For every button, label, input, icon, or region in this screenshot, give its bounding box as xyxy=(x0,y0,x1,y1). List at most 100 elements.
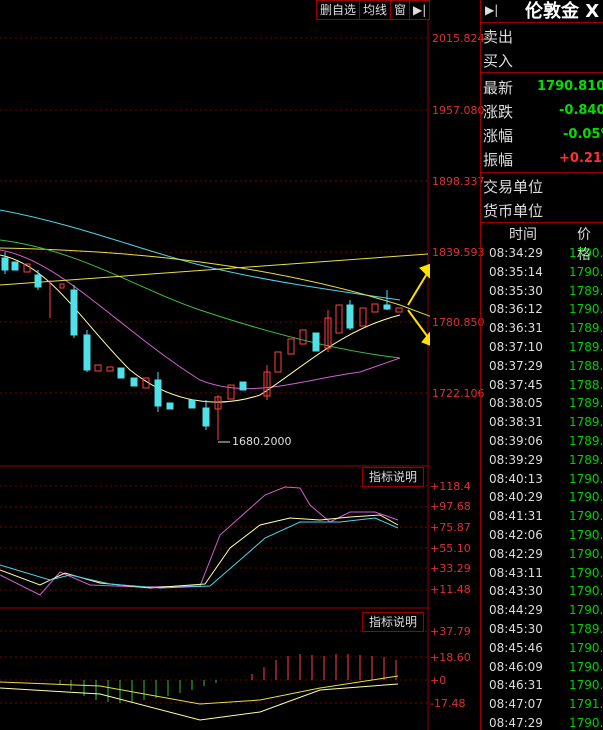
tick-price: 1790.9 xyxy=(569,678,603,693)
tick-time: 08:43:30 xyxy=(489,584,543,599)
macd-tick: +75.87 xyxy=(430,521,471,534)
buy-label: 买入 xyxy=(483,52,514,70)
collapse-icon[interactable]: ▶| xyxy=(410,1,429,19)
tick-time: 08:37:29 xyxy=(489,358,543,373)
tick-time: 08:34:29 xyxy=(489,246,543,260)
indicator-help-button-2[interactable]: 指标说明 xyxy=(362,612,425,632)
macd-line-white xyxy=(0,514,399,589)
latest-value: 1790.8100 xyxy=(537,79,603,94)
tick-time: 08:46:09 xyxy=(489,659,543,674)
tick-price: 1790.1 xyxy=(569,490,603,505)
indicator-help-button[interactable]: 指标说明 xyxy=(362,467,425,487)
tick-time: 08:46:31 xyxy=(489,678,543,693)
vol-tick: +37.79 xyxy=(430,625,471,638)
tick-price: 1790.1 xyxy=(569,509,603,524)
tick-time: 08:38:31 xyxy=(489,415,543,430)
vol-tick: +0 xyxy=(430,674,447,687)
tick-time: 08:37:10 xyxy=(489,340,543,354)
low-annotation: 1680.2000 xyxy=(232,435,292,448)
tick-price: 1790.5 xyxy=(569,659,603,674)
tick-time: 08:44:29 xyxy=(489,603,543,618)
macd-bars-green xyxy=(59,680,217,703)
time-header: 时间 xyxy=(509,227,537,243)
tick-price: 1790.1 xyxy=(569,302,603,317)
tick-price: 1789.7 xyxy=(569,340,603,354)
instrument-title: 伦敦金 X xyxy=(525,1,600,22)
price-tick: 1957.080 xyxy=(432,104,485,117)
tick-time: 08:35:30 xyxy=(489,283,543,298)
macd-tick: +11.48 xyxy=(430,583,471,596)
tick-time: 08:42:29 xyxy=(489,546,543,561)
vol-tick: +18.60 xyxy=(430,651,471,664)
price-tick: 1722.106 xyxy=(432,387,485,400)
tick-time: 08:40:13 xyxy=(489,471,543,486)
tick-price: 1789.0 xyxy=(569,396,603,411)
macd-tick: +118.4 xyxy=(430,480,471,493)
tick-price: 1790.6 xyxy=(569,603,603,618)
tick-time: 08:45:46 xyxy=(489,640,543,655)
price-gridlines xyxy=(0,37,428,394)
latest-label: 最新 xyxy=(483,79,514,97)
price-tick: 1898.337 xyxy=(432,175,485,188)
tick-price: 1790.3 xyxy=(569,546,603,561)
quote-panel: ▶| 伦敦金 X 卖出 买入 最新 1790.8100 涨跌 -0.8400 涨… xyxy=(480,0,603,730)
tick-time: 08:45:30 xyxy=(489,622,543,636)
tick-price: 1789.1 xyxy=(569,415,603,430)
ma-button[interactable]: 均线 xyxy=(360,1,392,19)
macd-bars-red xyxy=(251,654,397,680)
kline-chart[interactable]: 删自选 均线 窗 ▶| 2015.824 1957.080 1898.337 1… xyxy=(0,0,485,730)
macd-tick: +33.29 xyxy=(430,562,471,575)
remove-watchlist-button[interactable]: 删自选 xyxy=(317,1,361,19)
expand-icon[interactable]: ▶| xyxy=(485,3,498,17)
tick-time: 08:43:11 xyxy=(489,565,543,580)
annotation-arrows xyxy=(407,263,430,346)
tick-time: 08:39:29 xyxy=(489,452,543,467)
tick-time: 08:37:45 xyxy=(489,377,543,392)
tick-price: 1789.8 xyxy=(569,452,603,467)
price-tick: 2015.824 xyxy=(432,32,485,45)
pct-value: -0.05% xyxy=(563,127,603,142)
change-label: 涨跌 xyxy=(483,103,514,121)
tick-price: 1789.8 xyxy=(569,283,603,298)
tick-time: 08:36:12 xyxy=(489,302,543,317)
tick-price: 1790.2 xyxy=(569,528,603,542)
tick-price: 1790.5 xyxy=(569,565,603,580)
macd-tick: +55.10 xyxy=(430,542,471,555)
tick-time: 08:40:29 xyxy=(489,490,543,505)
sell-label: 卖出 xyxy=(483,28,514,46)
tick-time: 08:47:07 xyxy=(489,697,543,712)
currency-label: 货币单位 xyxy=(483,202,544,220)
tick-price: 1791.0 xyxy=(569,697,603,712)
tick-price: 1789.8 xyxy=(569,622,603,636)
tick-price: 1790.1 xyxy=(569,471,603,486)
tick-price: 1790.7 xyxy=(569,584,603,599)
tick-time: 08:42:06 xyxy=(489,528,543,542)
price-tick: 1839.593 xyxy=(432,246,485,259)
window-button[interactable]: 窗 xyxy=(391,1,411,19)
chart-toolbar: 删自选 均线 窗 ▶| xyxy=(316,0,431,20)
panel-header: ▶| 伦敦金 X xyxy=(481,0,603,23)
unit-label: 交易单位 xyxy=(483,178,544,196)
vol-line-white xyxy=(0,683,399,721)
tick-price: 1788.9 xyxy=(569,358,603,373)
macd-gridlines xyxy=(0,485,428,591)
wicks-up xyxy=(49,280,329,440)
tick-time: 08:39:06 xyxy=(489,434,543,448)
macd-line-magenta xyxy=(0,486,399,596)
trend-line-up xyxy=(0,253,429,286)
tick-time: 08:38:05 xyxy=(489,396,543,411)
tick-price: 1790.2 xyxy=(569,640,603,655)
up-candles xyxy=(23,263,403,410)
tick-time: 08:41:31 xyxy=(489,509,543,524)
tick-price: 1788.9 xyxy=(569,377,603,392)
macd-tick: +97.68 xyxy=(430,500,471,513)
price-tick: 1780.850 xyxy=(432,316,485,329)
tick-price: 1790.2 xyxy=(569,264,603,279)
macd-line-cyan xyxy=(0,517,399,589)
tick-time: 08:47:29 xyxy=(489,716,543,730)
vol-tick: -17.48 xyxy=(430,697,466,710)
tick-price: 1790.9 xyxy=(569,716,603,730)
pct-label: 涨幅 xyxy=(483,127,514,145)
tick-price: 1789.9 xyxy=(569,321,603,336)
change-value: -0.8400 xyxy=(559,103,603,118)
